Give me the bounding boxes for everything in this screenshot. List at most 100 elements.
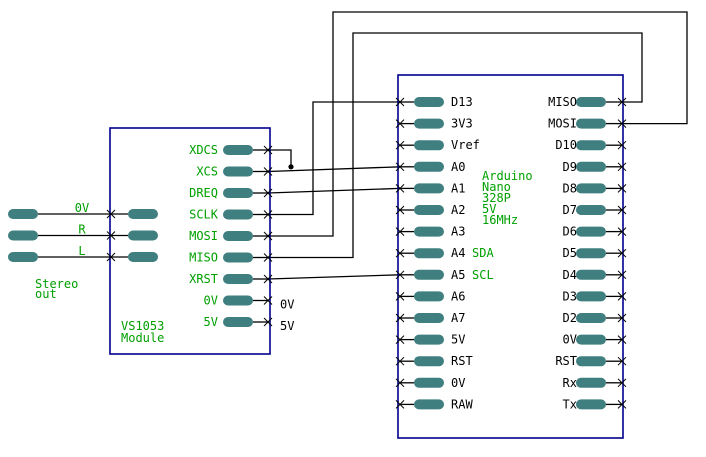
- arduino-left-pin-a1-label: A1: [451, 181, 465, 195]
- arduino-right-pad-d9: [576, 161, 606, 172]
- junction-dot: [288, 164, 294, 170]
- arduino-right-pad-tx: [576, 399, 606, 410]
- arduino-right-pin-d10-label: D10: [555, 138, 577, 152]
- arduino-left-pad-a0: [414, 161, 444, 172]
- arduino-right-pin-rst-label: RST: [555, 354, 577, 368]
- vs1053-pad-0v: [223, 295, 253, 306]
- arduino-left-pad-d13: [414, 97, 444, 107]
- arduino-left-pin-a6-label: A6: [451, 289, 465, 303]
- stereo-pin-l-label: L: [78, 244, 85, 258]
- vs1053-pin-0v-label: 0V: [204, 294, 218, 308]
- arduino-right-pad-rx: [576, 377, 606, 388]
- arduino-left-pin-a4-label: A4: [451, 246, 465, 260]
- arduino-left-pad-a6: [414, 291, 444, 302]
- wire-xdcs-a0: [268, 149, 292, 167]
- wire-xrst-a5: [267, 274, 401, 280]
- schematic-diagram: XDCSXCSDREQSCLKMOSIMISOXRST0V5V0V5VVS105…: [8, 11, 688, 439]
- stereo-right-pad-0v: [128, 209, 158, 219]
- arduino-right-pin-d4-label: D4: [563, 268, 577, 282]
- arduino-right-pin-rx-label: Rx: [563, 376, 577, 390]
- arduino-right-pad-d10: [576, 140, 606, 151]
- stereo-right-pad-l: [128, 252, 158, 262]
- wire-xcs-a0: [267, 166, 401, 173]
- stereo-left-pad-0v: [8, 209, 38, 219]
- vs1053-pad-5v: [223, 317, 253, 327]
- arduino-right-pin-d7-label: D7: [563, 203, 577, 217]
- arduino-right-pin-d3-label: D3: [563, 289, 577, 303]
- arduino-right-pin-d9-label: D9: [563, 160, 577, 174]
- wire-sclk-d13: [268, 101, 400, 216]
- vs1053-pad-miso: [223, 252, 253, 263]
- arduino-left-pin-a3-label: A3: [451, 225, 465, 239]
- arduino-right-pad-d2: [576, 313, 606, 323]
- arduino-right-pad-d7: [576, 205, 606, 215]
- pin-pads: [8, 97, 627, 410]
- stereo-left-pad-r: [8, 230, 38, 241]
- arduino-right-pin-0v-label: 0V: [563, 333, 577, 347]
- arduino-left-pin-a2-label: A2: [451, 203, 465, 217]
- arduino-left-pad-5v: [414, 334, 444, 345]
- vs1053-pin-dreq-label: DREQ: [189, 186, 218, 200]
- labels: XDCSXCSDREQSCLKMOSIMISOXRST0V5V0V5VVS105…: [35, 95, 577, 411]
- vs1053-pin-sclk-label: SCLK: [189, 208, 219, 222]
- arduino-left-pin-0v-label: 0V: [451, 376, 465, 390]
- arduino-right-pad-mosi: [576, 118, 606, 129]
- arduino-right-pad-d4: [576, 269, 606, 280]
- arduino-left-pin-5v-label: 5V: [451, 333, 465, 347]
- arduino-left-pad-rst: [414, 356, 444, 367]
- vs1053-supply-5v-label: 5V: [280, 319, 294, 333]
- stereo-caption-line-1: out: [35, 287, 57, 301]
- arduino-right-pad-d5: [576, 248, 606, 259]
- arduino-right-pin-d5-label: D5: [563, 246, 577, 260]
- arduino-left-pin-a7-label: A7: [451, 311, 465, 325]
- arduino-left-pad-raw: [414, 399, 444, 410]
- arduino-right-pin-d8-label: D8: [563, 181, 577, 195]
- wire-mosi-mosi: [268, 11, 688, 237]
- vs1053-pin-xcs-label: XCS: [196, 165, 218, 179]
- arduino-left-pin-rst-label: RST: [451, 354, 473, 368]
- arduino-right-pad-0v: [576, 334, 606, 345]
- arduino-left-pad-3v3: [414, 118, 444, 129]
- vs1053-pin-xdcs-label: XDCS: [189, 143, 218, 157]
- vs1053-pin-5v-label: 5V: [204, 315, 218, 329]
- stereo-left-pad-l: [8, 252, 38, 262]
- vs1053-pad-xrst: [223, 274, 253, 284]
- vs1053-pin-miso-label: MISO: [189, 251, 218, 265]
- arduino-caption-line-4: 16MHz: [482, 213, 518, 227]
- arduino-left-pin-a5-label: A5: [451, 268, 465, 282]
- arduino-left-pad-a7: [414, 313, 444, 323]
- arduino-right-pin-tx-label: Tx: [563, 397, 577, 411]
- vs1053-pad-xdcs: [223, 145, 253, 155]
- arduino-left-pad-a4: [414, 248, 444, 259]
- vs1053-pad-xcs: [223, 166, 253, 177]
- stereo-right-pad-r: [128, 230, 158, 241]
- vs1053-pad-sclk: [223, 209, 253, 220]
- arduino-right-pin-miso-label: MISO: [548, 95, 577, 109]
- arduino-left-pin-d13-label: D13: [451, 95, 473, 109]
- arduino-left-pad-a1: [414, 183, 444, 194]
- arduino-left-pad-a2: [414, 205, 444, 215]
- arduino-note-scl: SCL: [472, 268, 494, 282]
- vs1053-supply-0v-label: 0V: [280, 298, 294, 312]
- arduino-right-pad-d8: [576, 183, 606, 194]
- vs1053-caption-line-1: Module: [121, 331, 164, 345]
- arduino-left-pad-a5: [414, 269, 444, 280]
- arduino-left-pin-vref-label: Vref: [451, 138, 480, 152]
- arduino-right-pad-miso: [576, 97, 606, 107]
- arduino-right-pad-d3: [576, 291, 606, 302]
- vs1053-pad-dreq: [223, 188, 253, 198]
- arduino-left-pad-0v: [414, 377, 444, 388]
- component-outlines: [109, 74, 624, 439]
- vs1053-pin-xrst-label: XRST: [189, 272, 218, 286]
- arduino-left-pin-raw-label: RAW: [451, 397, 473, 411]
- stereo-pin-0v-label: 0V: [75, 201, 89, 215]
- arduino-right-pin-d6-label: D6: [563, 225, 577, 239]
- arduino-left-pad-a3: [414, 226, 444, 237]
- arduino-right-pad-rst: [576, 356, 606, 367]
- vs1053-pad-mosi: [223, 231, 253, 241]
- arduino-left-pin-a0-label: A0: [451, 160, 465, 174]
- arduino-left-pad-vref: [414, 140, 444, 151]
- arduino-right-pin-d2-label: D2: [563, 311, 577, 325]
- arduino-right-pin-mosi-label: MOSI: [548, 117, 577, 131]
- wire-dreq-a1: [267, 187, 401, 194]
